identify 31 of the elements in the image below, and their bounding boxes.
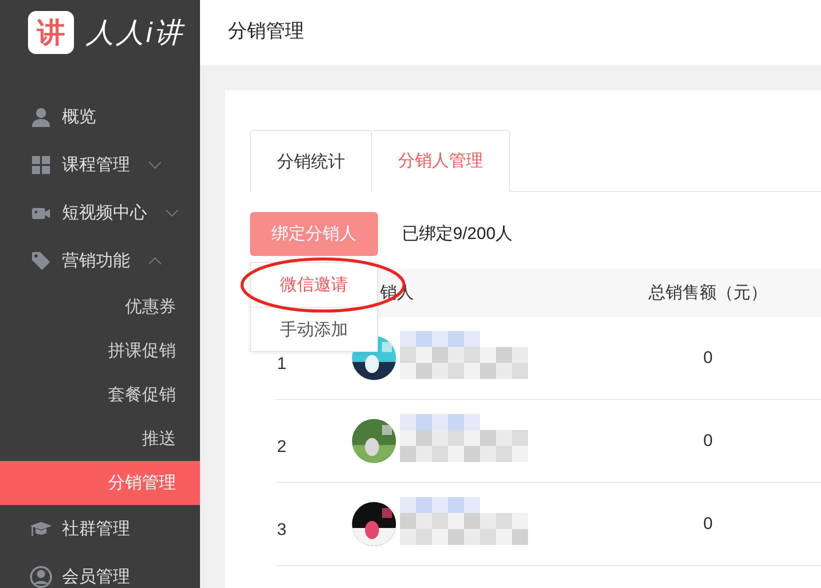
- sidebar-subitem[interactable]: 拼课促销: [0, 329, 200, 373]
- tab[interactable]: 分销统计: [250, 130, 372, 192]
- user-icon: [30, 107, 52, 127]
- logo-badge: 讲: [28, 11, 74, 54]
- grid-icon: [30, 155, 52, 175]
- column-header: 总销售额（元）: [648, 282, 768, 304]
- table-cell-text: 1: [276, 353, 286, 376]
- sidebar-item[interactable]: 短视频中心: [0, 189, 200, 237]
- bound-count: 已绑定9/200人: [402, 223, 513, 246]
- page-title: 分销管理: [228, 20, 304, 44]
- sidebar-subitem[interactable]: 套餐促销: [0, 373, 200, 417]
- table-cell-text: 0: [703, 347, 713, 370]
- sidebar-subitem[interactable]: 推送: [0, 417, 200, 461]
- sidebar-item[interactable]: 营销功能: [0, 237, 200, 285]
- graduation-cap-icon: [30, 519, 52, 539]
- sidebar-subitem[interactable]: 优惠券: [0, 285, 200, 329]
- chevron-down-icon: [148, 161, 162, 169]
- chevron-up-icon: [148, 257, 162, 265]
- table-cell-text: 0: [703, 513, 713, 536]
- table-cell-text: 3: [276, 519, 286, 542]
- sidebar-item[interactable]: 会员管理: [0, 553, 200, 588]
- sidebar-item[interactable]: 社群管理: [0, 505, 200, 553]
- sidebar-item[interactable]: 概览: [0, 93, 200, 141]
- sidebar-item[interactable]: 课程管理: [0, 141, 200, 189]
- table-cell-text: 0: [703, 430, 713, 452]
- chevron-down-icon: [165, 209, 179, 217]
- table-cell-text: 2: [276, 436, 286, 458]
- user-circle-icon: [30, 566, 52, 588]
- menu-item[interactable]: 手动添加: [251, 307, 377, 351]
- logo-text: 人人i讲: [86, 16, 184, 50]
- tag-icon: [30, 251, 52, 271]
